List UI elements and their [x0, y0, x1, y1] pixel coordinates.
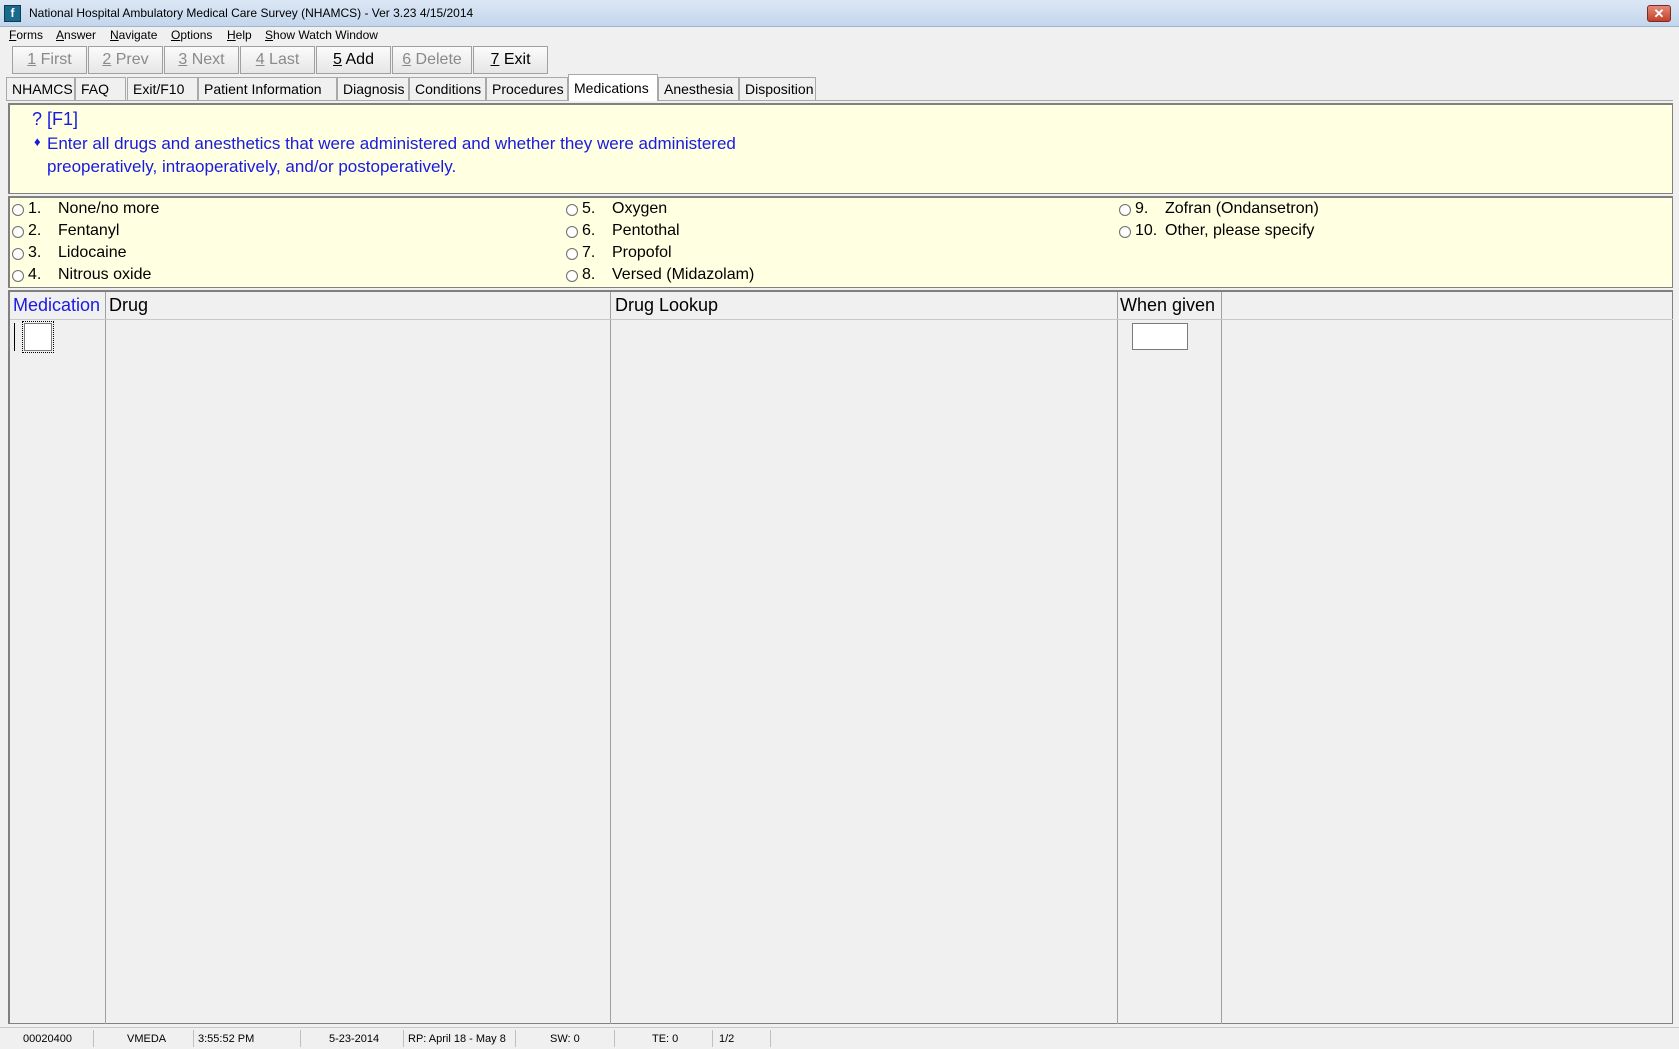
header-medication: Medication: [13, 295, 101, 315]
option-zofran-ondansetron[interactable]: 9. Zofran (Ondansetron): [1119, 200, 1379, 220]
tab-exit-f10[interactable]: Exit/F10: [127, 77, 198, 100]
question-instructions: Enter all drugs and anesthetics that wer…: [47, 132, 847, 178]
status-divider: [712, 1030, 713, 1047]
focus-indicator: [14, 323, 24, 351]
status-page: 1/2: [719, 1033, 735, 1045]
tab-anesthesia[interactable]: Anesthesia: [658, 77, 739, 100]
menu-forms[interactable]: Forms: [9, 28, 43, 42]
tab-faq[interactable]: FAQ: [75, 77, 126, 100]
close-button[interactable]: ✕: [1647, 5, 1671, 22]
option-fentanyl[interactable]: 2. Fentanyl: [12, 222, 262, 242]
status-divider: [300, 1030, 301, 1047]
question-help-panel: ? [F1] ♦ Enter all drugs and anesthetics…: [8, 103, 1673, 194]
exit-button[interactable]: 7 Exit: [473, 46, 548, 74]
radio-icon[interactable]: [12, 248, 24, 260]
add-button[interactable]: 5 Add: [316, 46, 391, 74]
option-none-no-more[interactable]: 1. None/no more: [12, 200, 262, 220]
radio-icon[interactable]: [12, 204, 24, 216]
option-nitrous-oxide[interactable]: 4. Nitrous oxide: [12, 266, 262, 286]
header-when-given: When given: [1120, 295, 1216, 315]
status-case-id: 00020400: [23, 1033, 72, 1045]
header-drug-lookup: Drug Lookup: [615, 295, 719, 315]
status-te: TE: 0: [652, 1033, 679, 1045]
radio-icon[interactable]: [566, 204, 578, 216]
status-sw: SW: 0: [550, 1033, 580, 1045]
option-pentothal[interactable]: 6. Pentothal: [566, 222, 816, 242]
status-time: 3:55:52 PM: [198, 1033, 255, 1045]
status-field-name: VMEDA: [127, 1033, 167, 1045]
radio-icon[interactable]: [12, 226, 24, 238]
prev-button[interactable]: 2 Prev: [88, 46, 163, 74]
radio-icon[interactable]: [1119, 204, 1131, 216]
menu-show-watch-window[interactable]: Show Watch Window: [265, 28, 378, 42]
option-oxygen[interactable]: 5. Oxygen: [566, 200, 816, 220]
help-key-hint: ? [F1]: [32, 109, 79, 129]
window-title: National Hospital Ambulatory Medical Car…: [29, 6, 474, 20]
tab-patient-information[interactable]: Patient Information: [198, 77, 337, 100]
header-drug: Drug: [109, 295, 149, 315]
diamond-bullet-icon: ♦: [34, 134, 41, 149]
medications-grid: Medication Drug Drug Lookup When given: [8, 290, 1673, 1024]
menu-help[interactable]: Help: [227, 28, 252, 42]
app-icon: f: [4, 5, 21, 22]
medication-input[interactable]: [22, 321, 54, 353]
radio-icon[interactable]: [566, 248, 578, 260]
status-divider: [515, 1030, 516, 1047]
option-other-specify[interactable]: 10. Other, please specify: [1119, 222, 1379, 242]
column-divider: [1117, 292, 1118, 1024]
instruction-line-2: preoperatively, intraoperatively, and/or…: [47, 157, 457, 176]
radio-icon[interactable]: [566, 270, 578, 282]
status-divider: [193, 1030, 194, 1047]
option-propofol[interactable]: 7. Propofol: [566, 244, 816, 264]
status-date: 5-23-2014: [329, 1033, 380, 1045]
first-button[interactable]: 1 First: [12, 46, 87, 74]
menu-answer[interactable]: Answer: [56, 28, 96, 42]
delete-button[interactable]: 6 Delete: [392, 46, 472, 74]
radio-icon[interactable]: [566, 226, 578, 238]
status-reporting-period: RP: April 18 - May 8: [408, 1033, 506, 1045]
next-button[interactable]: 3 Next: [164, 46, 239, 74]
column-divider: [105, 292, 106, 1024]
radio-icon[interactable]: [1119, 226, 1131, 238]
when-given-input[interactable]: [1132, 323, 1188, 350]
column-divider: [1221, 292, 1222, 1024]
menu-bar: Forms Answer Navigate Options Help Show …: [0, 27, 1679, 44]
tab-disposition[interactable]: Disposition: [739, 77, 816, 100]
status-divider: [770, 1030, 771, 1047]
tab-procedures[interactable]: Procedures: [486, 77, 568, 100]
header-divider: [10, 319, 1673, 320]
status-bar: 00020400 VMEDA 3:55:52 PM 5-23-2014 RP: …: [0, 1027, 1679, 1049]
status-divider: [93, 1030, 94, 1047]
tab-conditions[interactable]: Conditions: [409, 77, 486, 100]
option-lidocaine[interactable]: 3. Lidocaine: [12, 244, 262, 264]
last-button[interactable]: 4 Last: [240, 46, 315, 74]
status-divider: [614, 1030, 615, 1047]
title-bar: f National Hospital Ambulatory Medical C…: [0, 0, 1679, 27]
status-divider: [403, 1030, 404, 1047]
option-versed-midazolam[interactable]: 8. Versed (Midazolam): [566, 266, 816, 286]
column-divider: [610, 292, 611, 1024]
answer-options-panel: 1. None/no more 2. Fentanyl 3. Lidocaine 4.…: [8, 196, 1673, 288]
radio-icon[interactable]: [12, 270, 24, 282]
tab-diagnosis[interactable]: Diagnosis: [337, 77, 409, 100]
menu-navigate[interactable]: Navigate: [110, 28, 157, 42]
instruction-line-1: Enter all drugs and anesthetics that wer…: [47, 134, 736, 153]
tab-medications[interactable]: Medications: [568, 74, 658, 101]
tab-nhamcs[interactable]: NHAMCS: [6, 77, 75, 100]
menu-options[interactable]: Options: [171, 28, 212, 42]
